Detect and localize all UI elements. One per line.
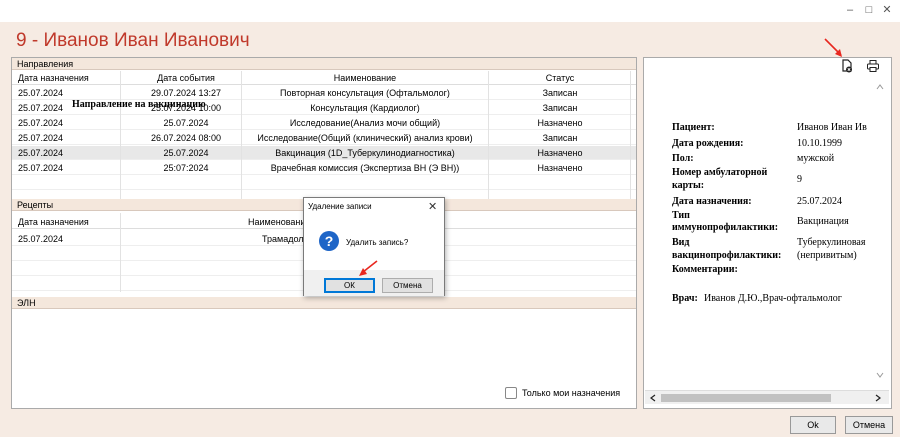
cell-event-date: 29.07.2024 13:27 (150, 88, 222, 98)
column-divider (630, 71, 631, 204)
minimize-icon[interactable]: – (843, 3, 857, 17)
patient-label: Пациент: (672, 122, 715, 133)
only-mine-label[interactable]: Только мои назначения (522, 388, 620, 398)
cell-event-date: 26.07.2024 08:00 (150, 133, 222, 143)
cell-status: Назначено (537, 148, 583, 158)
dob-value: 10.10.1999 (797, 138, 842, 149)
doctor-label: Врач: (672, 293, 698, 304)
table-row[interactable]: 25.07.2024 26.07.2024 08:00 Исследование… (12, 131, 636, 145)
column-divider (488, 71, 489, 204)
cell-date: 25.07.2024 (18, 118, 64, 128)
cell-name: Исследование(Общий (клинический) анализ … (257, 133, 473, 143)
column-divider (120, 213, 121, 292)
column-header[interactable]: Дата назначения (18, 215, 118, 229)
cell-status: Назначено (537, 118, 583, 128)
kind-value-line2: (непривитым) (797, 250, 857, 261)
scroll-left-icon[interactable] (650, 394, 656, 402)
dialog-close-icon[interactable]: ✕ (428, 200, 437, 213)
close-icon[interactable]: ✕ (880, 3, 894, 17)
cell-event-date: 25.07.2024 (163, 118, 209, 128)
vertical-scrollbar[interactable] (874, 78, 886, 388)
column-header[interactable]: Наименование (242, 71, 488, 85)
table-header-row: Дата назначения Дата события Наименовани… (12, 71, 636, 85)
cell-event-date: 25:07:2024 (163, 163, 209, 173)
dob-label: Дата рождения: (672, 138, 744, 149)
print-icon[interactable] (866, 59, 880, 73)
only-mine-checkbox[interactable] (505, 387, 517, 399)
cell-name: Вакцинация (1D_Туберкулинодиагностика) (275, 148, 455, 158)
column-divider (241, 71, 242, 204)
title-bar: – □ ✕ (0, 0, 900, 22)
cell-status: Записан (542, 103, 578, 113)
table-row[interactable]: 25.07.2024 25.07.2024 Исследование(Анали… (12, 116, 636, 130)
annotation-arrow-icon (824, 38, 842, 57)
kind-label-line1: Вид (672, 237, 690, 248)
cell-name: Повторная консультация (Офтальмолог) (280, 88, 450, 98)
column-header[interactable]: Наименовани (248, 215, 308, 229)
cell-event-date: 25.07.2024 (163, 148, 209, 158)
sex-label: Пол: (672, 153, 694, 164)
horizontal-scrollbar[interactable] (645, 390, 889, 404)
ok-button[interactable]: Ok (790, 416, 836, 434)
maximize-icon[interactable]: □ (862, 3, 876, 17)
column-header[interactable]: Статус (490, 71, 630, 85)
cell-date: 25.07.2024 (18, 148, 64, 158)
scroll-down-icon[interactable] (876, 372, 884, 378)
cell-date: 25.07.2024 (18, 234, 64, 244)
date-value: 25.07.2024 (797, 196, 842, 207)
dialog-ok-button[interactable]: ОК (324, 278, 375, 293)
question-icon: ? (319, 231, 339, 251)
document-title: Направление на вакцинацию (72, 99, 206, 110)
column-divider (120, 71, 121, 204)
document-preview (643, 57, 892, 409)
card-label-line2: карты: (672, 180, 705, 191)
dialog-cancel-button[interactable]: Отмена (382, 278, 433, 293)
dialog-message: Удалить запись? (346, 238, 409, 247)
dialog-title: Удаление записи (308, 202, 372, 211)
table-row[interactable]: 25.07.2024 29.07.2024 13:27 Повторная ко… (12, 86, 636, 100)
table-row[interactable]: 25.07.2024 25:07:2024 Врачебная комиссия… (12, 161, 636, 175)
type-value: Вакцинация (797, 216, 849, 227)
directions-header: Направления (12, 58, 636, 70)
card-label-line1: Номер амбулаторной (672, 167, 768, 178)
kind-label-line2: вакцинопрофилактики: (672, 250, 782, 261)
annotation-arrow-icon (359, 260, 378, 276)
cell-status: Записан (542, 133, 578, 143)
cancel-button[interactable]: Отмена (845, 416, 893, 434)
doctor-value: Иванов Д.Ю.,Врач-офтальмолог (704, 293, 842, 304)
cell-name: Исследование(Анализ мочи общий) (289, 118, 441, 128)
type-label-line1: Тип (672, 210, 690, 221)
cell-name: Трамадол (262, 234, 304, 244)
column-header[interactable]: Дата назначения (18, 71, 118, 85)
kind-value-line1: Туберкулиновая (797, 237, 866, 248)
delete-confirm-dialog: Удаление записи ✕ ? Удалить запись? ОК О… (303, 197, 445, 296)
cell-name: Врачебная комиссия (Экспертиза ВН (Э ВН)… (270, 163, 460, 173)
sex-value: мужской (797, 153, 835, 164)
type-label-line2: иммунопрофилактики: (672, 222, 779, 233)
cell-name: Консультация (Кардиолог) (310, 103, 420, 113)
table-row-empty (12, 176, 636, 190)
scroll-up-icon[interactable] (876, 84, 884, 90)
comments-label: Комментарии: (672, 264, 738, 275)
directions-table: Дата назначения Дата события Наименовани… (12, 71, 636, 204)
cell-date: 25.07.2024 (18, 88, 64, 98)
cell-date: 25.07.2024 (18, 133, 64, 143)
cell-date: 25.07.2024 (18, 163, 64, 173)
eln-header: ЭЛН (12, 297, 636, 309)
patient-value: Иванов Иван Ив (797, 122, 867, 133)
main-window: – □ ✕ 9 - Иванов Иван Иванович Направлен… (0, 0, 900, 437)
cell-status: Записан (542, 88, 578, 98)
table-row-selected[interactable]: 25.07.2024 25.07.2024 Вакцинация (1D_Туб… (12, 146, 636, 160)
scroll-right-icon[interactable] (875, 394, 881, 402)
date-label: Дата назначения: (672, 196, 752, 207)
card-value: 9 (797, 174, 802, 185)
scroll-thumb[interactable] (661, 394, 831, 402)
cell-status: Назначено (537, 163, 583, 173)
column-header[interactable]: Дата события (132, 71, 240, 85)
page-title: 9 - Иванов Иван Иванович (16, 30, 250, 51)
